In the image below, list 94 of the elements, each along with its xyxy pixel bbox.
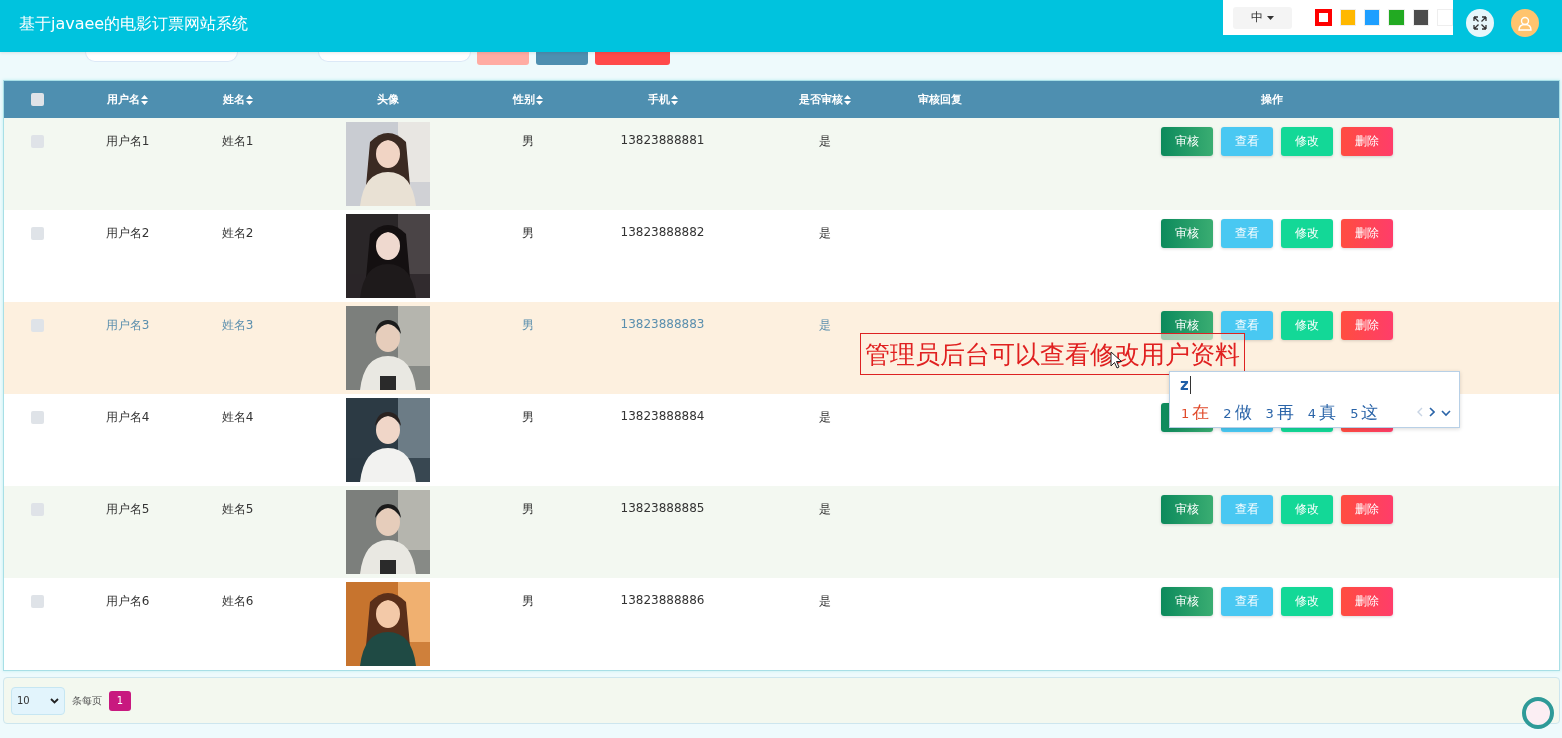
ring-icon[interactable] <box>1521 696 1555 730</box>
view-button[interactable]: 查看 <box>1221 587 1273 616</box>
delete-button[interactable]: 删除 <box>1341 495 1393 524</box>
review-button[interactable]: 审核 <box>1161 219 1213 248</box>
view-button[interactable]: 查看 <box>1221 311 1273 340</box>
table-cell: 用户名5 <box>105 501 150 518</box>
table-cell: 是 <box>819 133 831 150</box>
table-cell: 用户名4 <box>105 409 150 426</box>
table-cell: 男 <box>521 225 534 242</box>
row-checkbox[interactable] <box>30 411 44 424</box>
table-cell: 男 <box>521 133 534 150</box>
ime-candidate[interactable]: 5 这 <box>1350 401 1379 424</box>
toolbar-button[interactable] <box>477 52 529 65</box>
table-cell: 13823888884 <box>620 409 705 423</box>
review-button[interactable]: 审核 <box>1161 127 1213 156</box>
review-button[interactable]: 审核 <box>1161 495 1213 524</box>
delete-button[interactable]: 删除 <box>1341 127 1393 156</box>
table-cell: 姓名4 <box>221 409 254 426</box>
ime-candidate[interactable]: 4 真 <box>1307 401 1337 424</box>
table-cell: 是 <box>819 225 831 242</box>
user-avatar[interactable] <box>1511 9 1539 37</box>
table-cell: 13823888886 <box>620 593 705 607</box>
edit-button[interactable]: 修改 <box>1281 311 1333 340</box>
table-cell: 是 <box>819 409 831 426</box>
search-field[interactable] <box>318 52 471 62</box>
table-cell: 男 <box>521 501 534 518</box>
chevron-down-icon[interactable] <box>1441 409 1451 417</box>
column-header[interactable]: 用户名 <box>107 92 140 107</box>
user-icon <box>1518 15 1532 31</box>
page-size-label: 条每页 <box>72 693 102 708</box>
sort-icon[interactable] <box>670 94 678 105</box>
search-field[interactable] <box>85 52 238 62</box>
delete-button[interactable]: 删除 <box>1341 219 1393 248</box>
table-cell: 姓名1 <box>221 133 254 150</box>
review-button[interactable]: 审核 <box>1161 311 1213 340</box>
edit-button[interactable]: 修改 <box>1281 587 1333 616</box>
ime-candidate[interactable]: 1 在 <box>1181 401 1210 424</box>
toolbar-button[interactable] <box>536 52 588 65</box>
caret-icon <box>1266 15 1274 20</box>
column-header[interactable]: 姓名 <box>222 92 245 107</box>
page-button[interactable]: 1 <box>109 690 131 711</box>
table-cell: 13823888881 <box>620 133 705 147</box>
column-header[interactable]: 性别 <box>512 92 535 107</box>
table-cell: 是 <box>819 317 831 334</box>
language-dropdown[interactable]: 中 <box>1233 6 1292 29</box>
chevron-down-icon <box>50 697 59 704</box>
row-checkbox[interactable] <box>30 227 44 240</box>
table-cell: 姓名6 <box>221 593 254 610</box>
column-header: 审核回复 <box>918 92 962 107</box>
table-cell: 男 <box>521 409 534 426</box>
table-cell: 男 <box>521 593 534 610</box>
table-cell: 是 <box>819 501 831 518</box>
row-checkbox[interactable] <box>30 319 44 332</box>
table-cell: 姓名5 <box>221 501 254 518</box>
table-cell: 男 <box>521 317 534 334</box>
select-all-checkbox[interactable] <box>30 93 44 106</box>
table-cell: 用户名1 <box>105 133 150 150</box>
fullscreen-button[interactable] <box>1466 9 1494 37</box>
column-header: 头像 <box>376 92 399 107</box>
sort-icon[interactable] <box>535 94 543 105</box>
table-cell: 用户名6 <box>105 593 150 610</box>
edit-button[interactable]: 修改 <box>1281 127 1333 156</box>
table-cell: 用户名3 <box>105 317 150 334</box>
previous-icon[interactable] <box>1417 407 1423 417</box>
sort-icon[interactable] <box>141 94 148 105</box>
app-title: 基于javaee的电影订票网站系统 <box>19 14 249 35</box>
table-cell: 13823888885 <box>620 501 705 515</box>
ime-candidate[interactable]: 3 再 <box>1265 401 1294 424</box>
sort-icon[interactable] <box>245 94 253 105</box>
table-cell: 用户名2 <box>105 225 150 242</box>
sort-icon[interactable] <box>844 94 851 105</box>
edit-button[interactable]: 修改 <box>1281 219 1333 248</box>
review-button[interactable]: 审核 <box>1161 587 1213 616</box>
page-size-select[interactable]: 10 <box>11 686 65 715</box>
table-cell: 13823888883 <box>620 317 705 331</box>
column-header[interactable]: 手机 <box>647 92 670 107</box>
edit-button[interactable]: 修改 <box>1281 495 1333 524</box>
table-cell: 姓名3 <box>221 317 254 334</box>
table-cell: 姓名2 <box>221 225 254 242</box>
view-button[interactable]: 查看 <box>1221 127 1273 156</box>
next-icon[interactable] <box>1429 407 1435 417</box>
column-header[interactable]: 是否审核 <box>799 92 843 107</box>
table-cell: 13823888882 <box>620 225 705 239</box>
delete-button[interactable]: 删除 <box>1341 587 1393 616</box>
table-cell: 是 <box>819 593 831 610</box>
ime-candidate[interactable]: 2 做 <box>1223 401 1252 424</box>
row-checkbox[interactable] <box>30 595 44 608</box>
expand-icon <box>1473 16 1487 30</box>
annotation-caption: 管理员后台可以查看修改用户资料 <box>860 333 1245 375</box>
color-swatch[interactable] <box>1315 9 1332 26</box>
view-button[interactable]: 查看 <box>1221 495 1273 524</box>
delete-button[interactable]: 删除 <box>1341 311 1393 340</box>
view-button[interactable]: 查看 <box>1221 219 1273 248</box>
column-header: 操作 <box>1261 92 1283 107</box>
